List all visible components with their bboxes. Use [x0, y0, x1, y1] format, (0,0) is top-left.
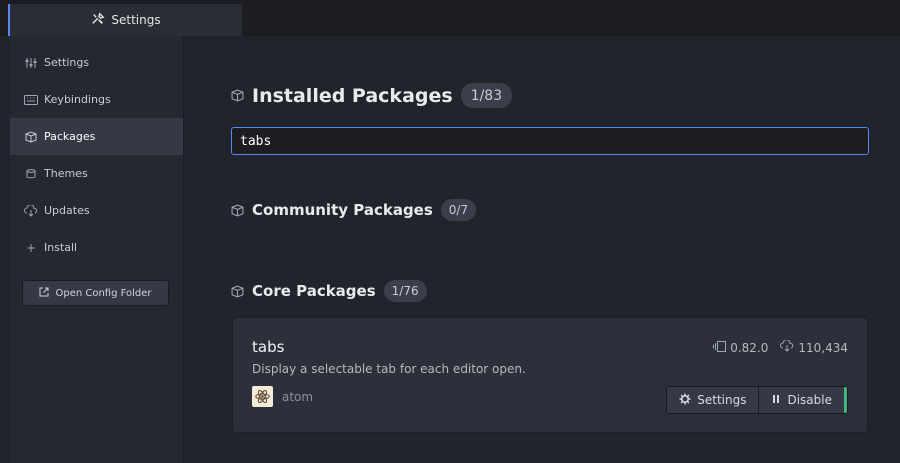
sidebar-item-label: Updates	[44, 204, 90, 217]
tab-label: Settings	[111, 13, 161, 27]
open-config-folder-label: Open Config Folder	[55, 287, 152, 299]
sidebar-item-label: Keybindings	[44, 93, 111, 106]
sidebar-item-updates[interactable]: Updates	[10, 192, 183, 229]
package-settings-button[interactable]: Settings	[667, 387, 759, 413]
community-count-badge: 0/7	[440, 199, 477, 221]
keyboard-icon	[24, 93, 38, 107]
versions-icon	[713, 340, 727, 352]
settings-label: Settings	[697, 393, 747, 407]
package-icon	[231, 203, 244, 217]
link-external-icon	[39, 287, 49, 300]
sidebar-item-label: Packages	[44, 130, 96, 143]
section-title-text: Installed Packages	[252, 84, 453, 107]
package-search-input[interactable]	[231, 127, 869, 155]
settings-sidebar: Settings Keybindings Packages Themes Upd…	[10, 36, 184, 463]
version-stat: 0.82.0	[713, 340, 769, 355]
tab-settings[interactable]: Settings	[8, 4, 242, 36]
community-packages-heading: Community Packages 0/7	[231, 199, 477, 221]
cloud-download-icon	[780, 340, 794, 352]
cloud-download-icon	[24, 204, 38, 218]
package-version: 0.82.0	[730, 340, 769, 355]
package-icon	[24, 130, 38, 144]
sidebar-item-label: Install	[44, 241, 78, 254]
core-packages-heading: Core Packages 1/76	[231, 280, 427, 302]
package-author[interactable]: atom	[252, 386, 313, 407]
sidebar-item-settings[interactable]: Settings	[10, 44, 183, 81]
package-downloads: 110,434	[798, 341, 848, 355]
author-name: atom	[282, 389, 314, 404]
disable-label: Disable	[787, 393, 832, 407]
package-meta: 0.82.0 110,434	[713, 340, 848, 355]
sidebar-item-label: Settings	[44, 56, 90, 69]
tab-bar: Settings	[0, 0, 900, 36]
avatar	[252, 386, 273, 407]
package-description: Display a selectable tab for each editor…	[252, 362, 526, 376]
package-icon	[231, 89, 244, 102]
sidebar-item-label: Themes	[44, 167, 88, 180]
sidebar-item-install[interactable]: + Install	[10, 229, 183, 266]
installed-count-badge: 1/83	[460, 83, 513, 108]
package-disable-button[interactable]: Disable	[758, 387, 847, 413]
package-name: tabs	[252, 338, 285, 356]
plus-icon: +	[25, 240, 37, 255]
pause-icon	[771, 393, 781, 407]
section-title-text: Core Packages	[252, 282, 376, 300]
sliders-icon	[24, 56, 38, 70]
package-actions: Settings Disable	[666, 386, 848, 414]
paintcan-icon	[24, 167, 38, 181]
sidebar-item-themes[interactable]: Themes	[10, 155, 183, 192]
packages-panel: Installed Packages 1/83 Community Packag…	[184, 36, 900, 463]
gear-icon	[679, 393, 691, 408]
core-count-badge: 1/76	[383, 280, 427, 302]
tools-icon	[91, 11, 105, 29]
package-icon	[231, 284, 244, 298]
installed-packages-heading: Installed Packages 1/83	[231, 83, 513, 108]
open-config-folder-button[interactable]: Open Config Folder	[22, 280, 169, 306]
sidebar-item-packages[interactable]: Packages	[10, 118, 183, 155]
sidebar-item-keybindings[interactable]: Keybindings	[10, 81, 183, 118]
package-card[interactable]: tabs Display a selectable tab for each e…	[232, 317, 868, 433]
section-title-text: Community Packages	[252, 201, 433, 219]
downloads-stat: 110,434	[780, 340, 848, 355]
